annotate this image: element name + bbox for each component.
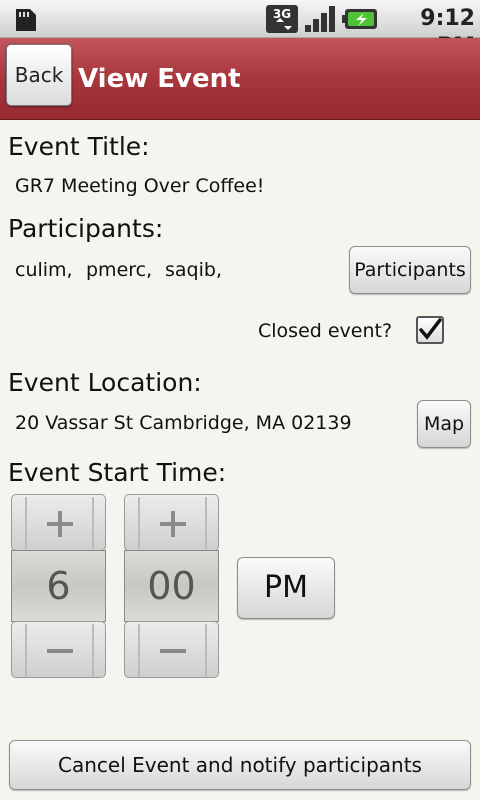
3g-text: 3G bbox=[273, 7, 291, 21]
title-bar: Back View Event bbox=[0, 38, 480, 120]
participant-item: saqib, bbox=[165, 259, 222, 281]
closed-event-label: Closed event? bbox=[258, 320, 393, 342]
battery-charging-icon bbox=[342, 9, 377, 29]
participant-item: pmerc, bbox=[86, 259, 153, 281]
minus-icon bbox=[25, 624, 94, 677]
hour-picker: 6 bbox=[11, 494, 106, 678]
status-bar: 3G 9:12 PM bbox=[0, 0, 480, 59]
3g-data-icon: 3G bbox=[266, 5, 298, 33]
hour-increment-button[interactable] bbox=[11, 494, 106, 551]
minute-decrement-button[interactable] bbox=[124, 621, 219, 678]
hour-decrement-button[interactable] bbox=[11, 621, 106, 678]
minus-icon bbox=[138, 624, 207, 677]
participants-label: Participants: bbox=[8, 214, 164, 243]
minute-value[interactable]: 00 bbox=[124, 550, 219, 622]
back-button[interactable]: Back bbox=[6, 44, 72, 106]
event-title-value: GR7 Meeting Over Coffee! bbox=[15, 175, 265, 197]
event-title-label: Event Title: bbox=[8, 132, 150, 161]
event-location-value: 20 Vassar St Cambridge, MA 02139 bbox=[15, 412, 352, 434]
status-time: 9:12 PM bbox=[420, 6, 475, 59]
cancel-event-button[interactable]: Cancel Event and notify participants bbox=[9, 740, 471, 790]
hour-value[interactable]: 6 bbox=[11, 550, 106, 622]
participant-item: culim, bbox=[15, 259, 73, 281]
page-title: View Event bbox=[78, 64, 241, 94]
map-button[interactable]: Map bbox=[417, 400, 471, 448]
plus-icon bbox=[138, 497, 207, 550]
event-location-label: Event Location: bbox=[8, 368, 202, 397]
closed-event-checkbox[interactable] bbox=[416, 316, 444, 344]
plus-icon bbox=[25, 497, 94, 550]
ampm-toggle-button[interactable]: PM bbox=[237, 557, 335, 619]
event-start-time-label: Event Start Time: bbox=[8, 458, 227, 487]
signal-strength-icon bbox=[305, 6, 335, 32]
checkmark-icon bbox=[419, 318, 442, 340]
minute-increment-button[interactable] bbox=[124, 494, 219, 551]
participants-button[interactable]: Participants bbox=[349, 246, 471, 294]
minute-picker: 00 bbox=[124, 494, 219, 678]
sd-card-icon bbox=[16, 9, 36, 31]
